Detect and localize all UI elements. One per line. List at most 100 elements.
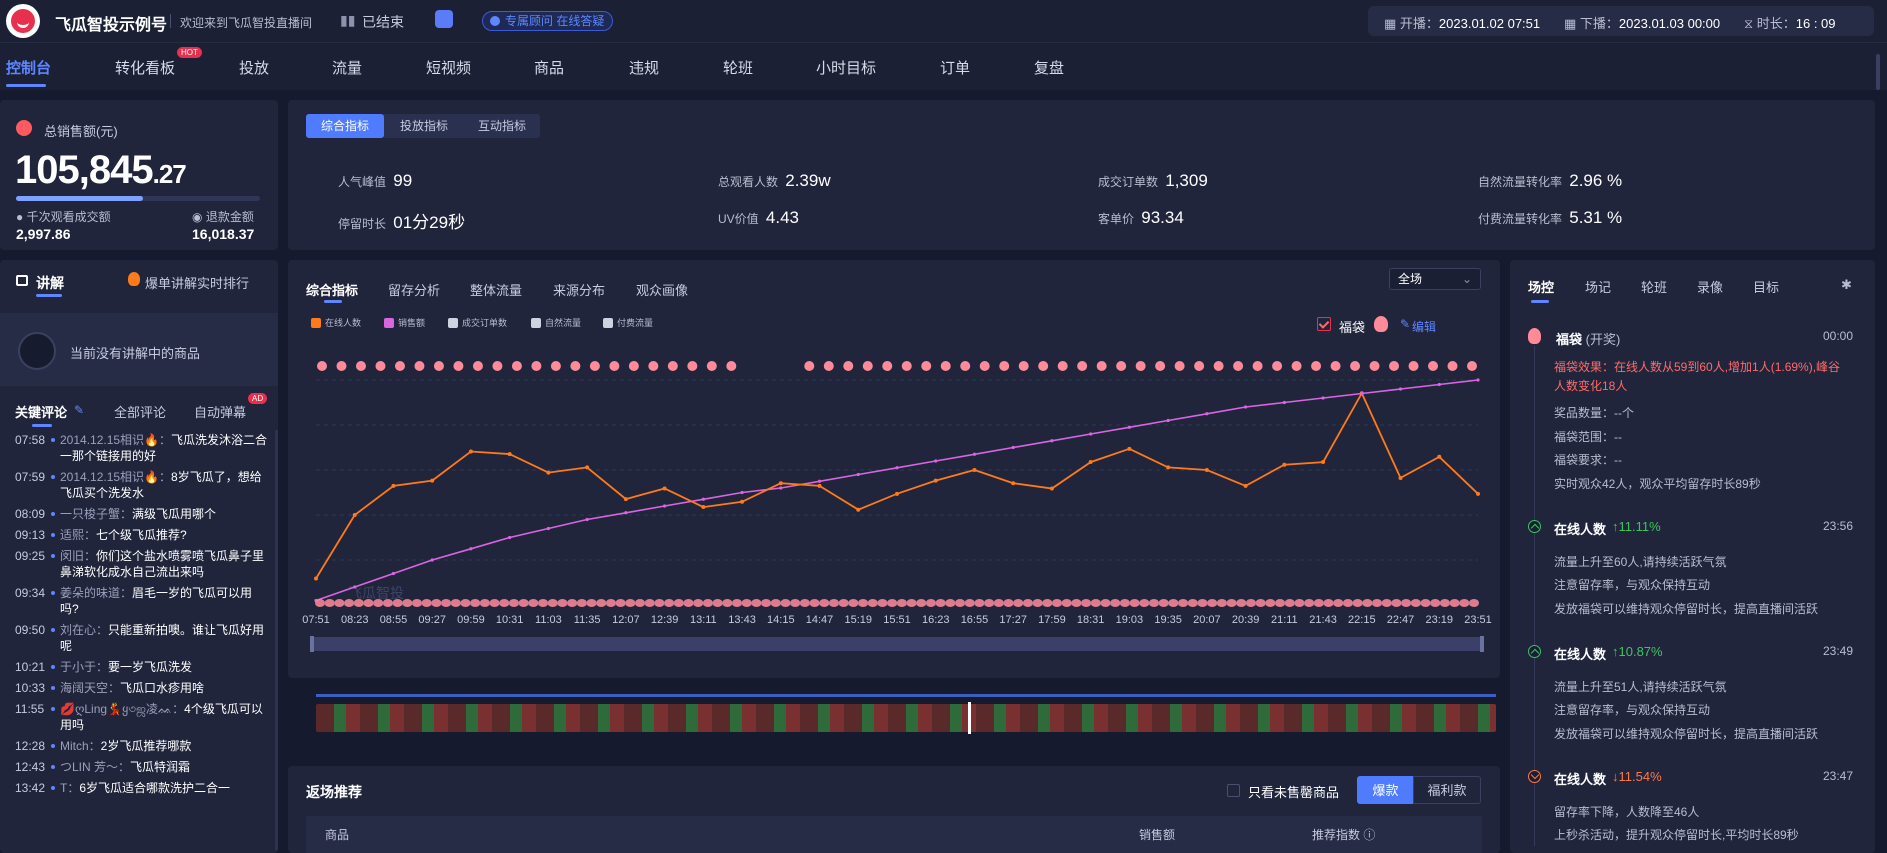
nav-hourly-goals[interactable]: 小时目标 [816,57,876,78]
lucky-bag-icon [1374,316,1388,332]
nav-review[interactable]: 复盘 [1034,57,1064,78]
nav-violations[interactable]: 违规 [629,57,659,78]
comment-scrollbar[interactable] [275,430,278,850]
legend-sales[interactable]: 销售额 [384,316,425,329]
rtab-notes[interactable]: 场记 [1585,277,1611,296]
legend-paid[interactable]: 付费流量 [603,316,653,329]
online-point [1088,460,1093,465]
order-marker [1148,599,1159,607]
edit-pencil-icon[interactable]: ✎ [74,403,84,417]
sales-point [1282,400,1286,405]
bag-marker [511,361,522,371]
advisor-button[interactable]: 专属顾问 在线答疑 [482,11,614,31]
online-point [817,483,822,488]
bag-marker [1467,361,1477,371]
comment-body: つLIN 芳～：飞瓜特润霜 [60,759,190,775]
video-thumbnail-strip[interactable] [316,704,1496,732]
timeline-playhead[interactable] [968,702,971,734]
legend-swatch [448,317,458,328]
chart-tab-overall[interactable]: 综合指标 [306,280,358,299]
rtab-shifts[interactable]: 轮班 [1641,277,1667,296]
order-marker [460,599,471,607]
chart-watermark: 飞瓜智投 [348,585,404,601]
bag-marker [1272,361,1283,371]
order-marker [993,599,1004,607]
bag-marker [1135,361,1146,371]
order-marker [353,599,364,607]
lecture-rank-link[interactable]: 爆单讲解实时排行 [145,273,249,292]
comment-dot [51,744,55,748]
robot-icon[interactable] [435,10,453,28]
event-online-time: 23:49 [1823,644,1854,658]
order-marker [489,599,500,607]
chart-tab-traffic[interactable]: 整体流量 [470,280,522,299]
x-tick-label: 12:39 [651,614,679,626]
nav-shifts[interactable]: 轮班 [723,57,753,78]
tab-ad-metrics[interactable]: 投放指标 [386,114,462,138]
unsold-checkbox[interactable] [1227,784,1240,797]
bag-marker [472,361,483,371]
legend-online[interactable]: 在线人数 [311,316,361,329]
bag-marker [648,361,659,371]
bag-marker [394,361,405,371]
bag-marker [882,361,893,371]
bag-marker [1155,361,1166,371]
legend-natural[interactable]: 自然流量 [531,316,581,329]
rtab-recording[interactable]: 录像 [1697,277,1723,296]
order-marker [1245,599,1256,607]
online-point [391,483,396,488]
order-marker [1207,599,1218,607]
x-tick-label: 09:27 [418,614,446,626]
legend-orders[interactable]: 成交订单数 [448,316,507,329]
nav-short-video[interactable]: 短视频 [426,57,471,78]
metric-peak: 人气峰值 99 [338,171,413,190]
bag-checkbox[interactable] [1317,317,1331,331]
order-marker [528,599,539,607]
scope-select[interactable]: 全场 ⌄ [1389,268,1481,290]
tab-key-comments[interactable]: 关键评论 [15,402,67,421]
nav-conversion-board[interactable]: 转化看板 [115,57,175,78]
comment-user: Mitch： [60,739,101,753]
chart-tab-audience[interactable]: 观众画像 [636,280,688,299]
tab-all-comments[interactable]: 全部评论 [114,402,166,421]
tab-interaction-metrics[interactable]: 互动指标 [464,114,540,138]
order-marker [557,599,568,607]
page-scrollbar[interactable] [1876,54,1880,90]
seg-welfare-items[interactable]: 福利款 [1413,776,1481,804]
order-marker [1342,599,1353,607]
chart-tab-retention[interactable]: 留存分析 [388,280,440,299]
nav-traffic[interactable]: 流量 [332,57,362,78]
seg-hot-items[interactable]: 爆款 [1357,776,1414,804]
tab-auto-danmu[interactable]: 自动弹幕 [194,402,246,421]
bag-marker [433,361,444,371]
comment-body: 海阔天空：飞瓜口水疹用啥 [60,680,204,696]
gear-icon[interactable]: ✱ [1841,277,1852,293]
edit-icon[interactable]: ✎ [1400,317,1410,331]
nav-ads[interactable]: 投放 [239,57,269,78]
chart-tab-source[interactable]: 来源分布 [553,280,605,299]
refund-label: ◉ 退款金额 [192,210,254,224]
comment-dot [51,475,55,479]
edit-link[interactable]: 编辑 [1412,318,1436,335]
order-marker [1110,599,1121,607]
event-online-delta: ↑11.11% [1612,519,1661,534]
tab-overall-metrics[interactable]: 综合指标 [306,114,384,138]
nav-console[interactable]: 控制台 [6,57,51,78]
sales-point [740,490,744,495]
order-marker [858,599,869,607]
comment-time: 09:25 [15,549,46,563]
bag-marker [667,361,678,371]
comment-item: 09:34 姜朵的味道：眉毛一岁的飞瓜可以用吗? [0,585,278,617]
nav-orders[interactable]: 订单 [940,57,970,78]
rtab-goals[interactable]: 目标 [1753,277,1779,296]
info-icon[interactable]: ⓘ [1363,828,1375,842]
nav-products[interactable]: 商品 [534,57,564,78]
bag-marker [589,361,600,371]
order-marker [1362,599,1373,607]
order-marker [867,599,878,607]
x-tick-label: 23:19 [1426,614,1454,626]
bag-marker [1428,361,1439,371]
rtab-field-control[interactable]: 场控 [1528,277,1554,296]
order-marker [741,599,752,607]
comment-item: 13:42 T：6岁飞瓜适合哪款洗护二合一 [0,780,278,796]
